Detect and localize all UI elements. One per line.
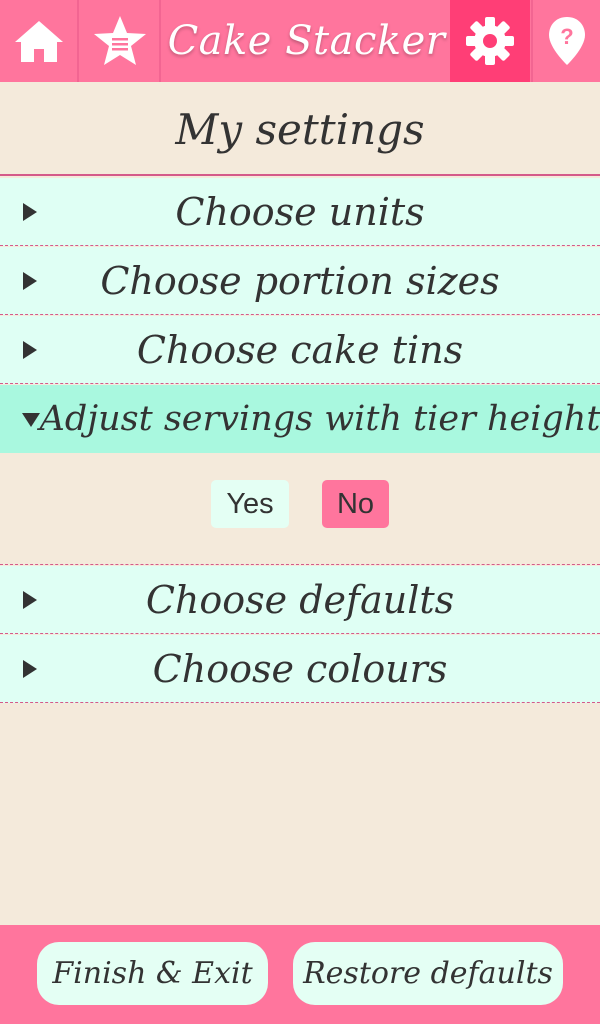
expand-arrow-icon <box>23 202 37 221</box>
section-label: Choose defaults <box>145 577 455 622</box>
gear-icon <box>466 17 514 65</box>
expand-arrow-icon <box>23 659 37 678</box>
help-button[interactable]: ? <box>531 0 600 82</box>
collapse-arrow-icon <box>22 413 40 427</box>
section-label: Choose colours <box>152 646 448 691</box>
section-choose-portion-sizes[interactable]: Choose portion sizes <box>0 247 600 315</box>
section-choose-cake-tins[interactable]: Choose cake tins <box>0 316 600 384</box>
section-label: Adjust servings with tier height <box>39 399 600 439</box>
expand-arrow-icon <box>23 590 37 609</box>
home-button[interactable] <box>0 0 79 82</box>
settings-button[interactable] <box>450 0 530 82</box>
section-choose-colours[interactable]: Choose colours <box>0 635 600 703</box>
tier-height-options: Yes No <box>0 453 600 565</box>
restore-defaults-button[interactable]: Restore defaults <box>293 942 563 1005</box>
section-adjust-servings-tier-height[interactable]: Adjust servings with tier height <box>0 385 600 453</box>
help-pin-icon: ? <box>548 17 585 65</box>
section-choose-units[interactable]: Choose units <box>0 178 600 246</box>
finish-exit-button[interactable]: Finish & Exit <box>37 942 268 1005</box>
expand-arrow-icon <box>23 271 37 290</box>
section-choose-defaults[interactable]: Choose defaults <box>0 566 600 634</box>
page-title: My settings <box>0 84 600 176</box>
app-title: Cake Stacker <box>167 18 446 64</box>
no-button[interactable]: No <box>322 480 389 528</box>
star-list-icon <box>94 16 146 65</box>
svg-text:?: ? <box>560 24 573 49</box>
top-navigation-bar: Cake Stacker ? <box>0 0 600 82</box>
section-label: Choose units <box>175 189 425 234</box>
favourites-button[interactable] <box>81 0 161 82</box>
bottom-action-bar: Finish & Exit Restore defaults <box>0 925 600 1024</box>
section-label: Choose cake tins <box>136 327 464 372</box>
section-label: Choose portion sizes <box>100 258 500 303</box>
expand-arrow-icon <box>23 340 37 359</box>
yes-button[interactable]: Yes <box>211 480 289 528</box>
home-icon <box>14 21 63 62</box>
